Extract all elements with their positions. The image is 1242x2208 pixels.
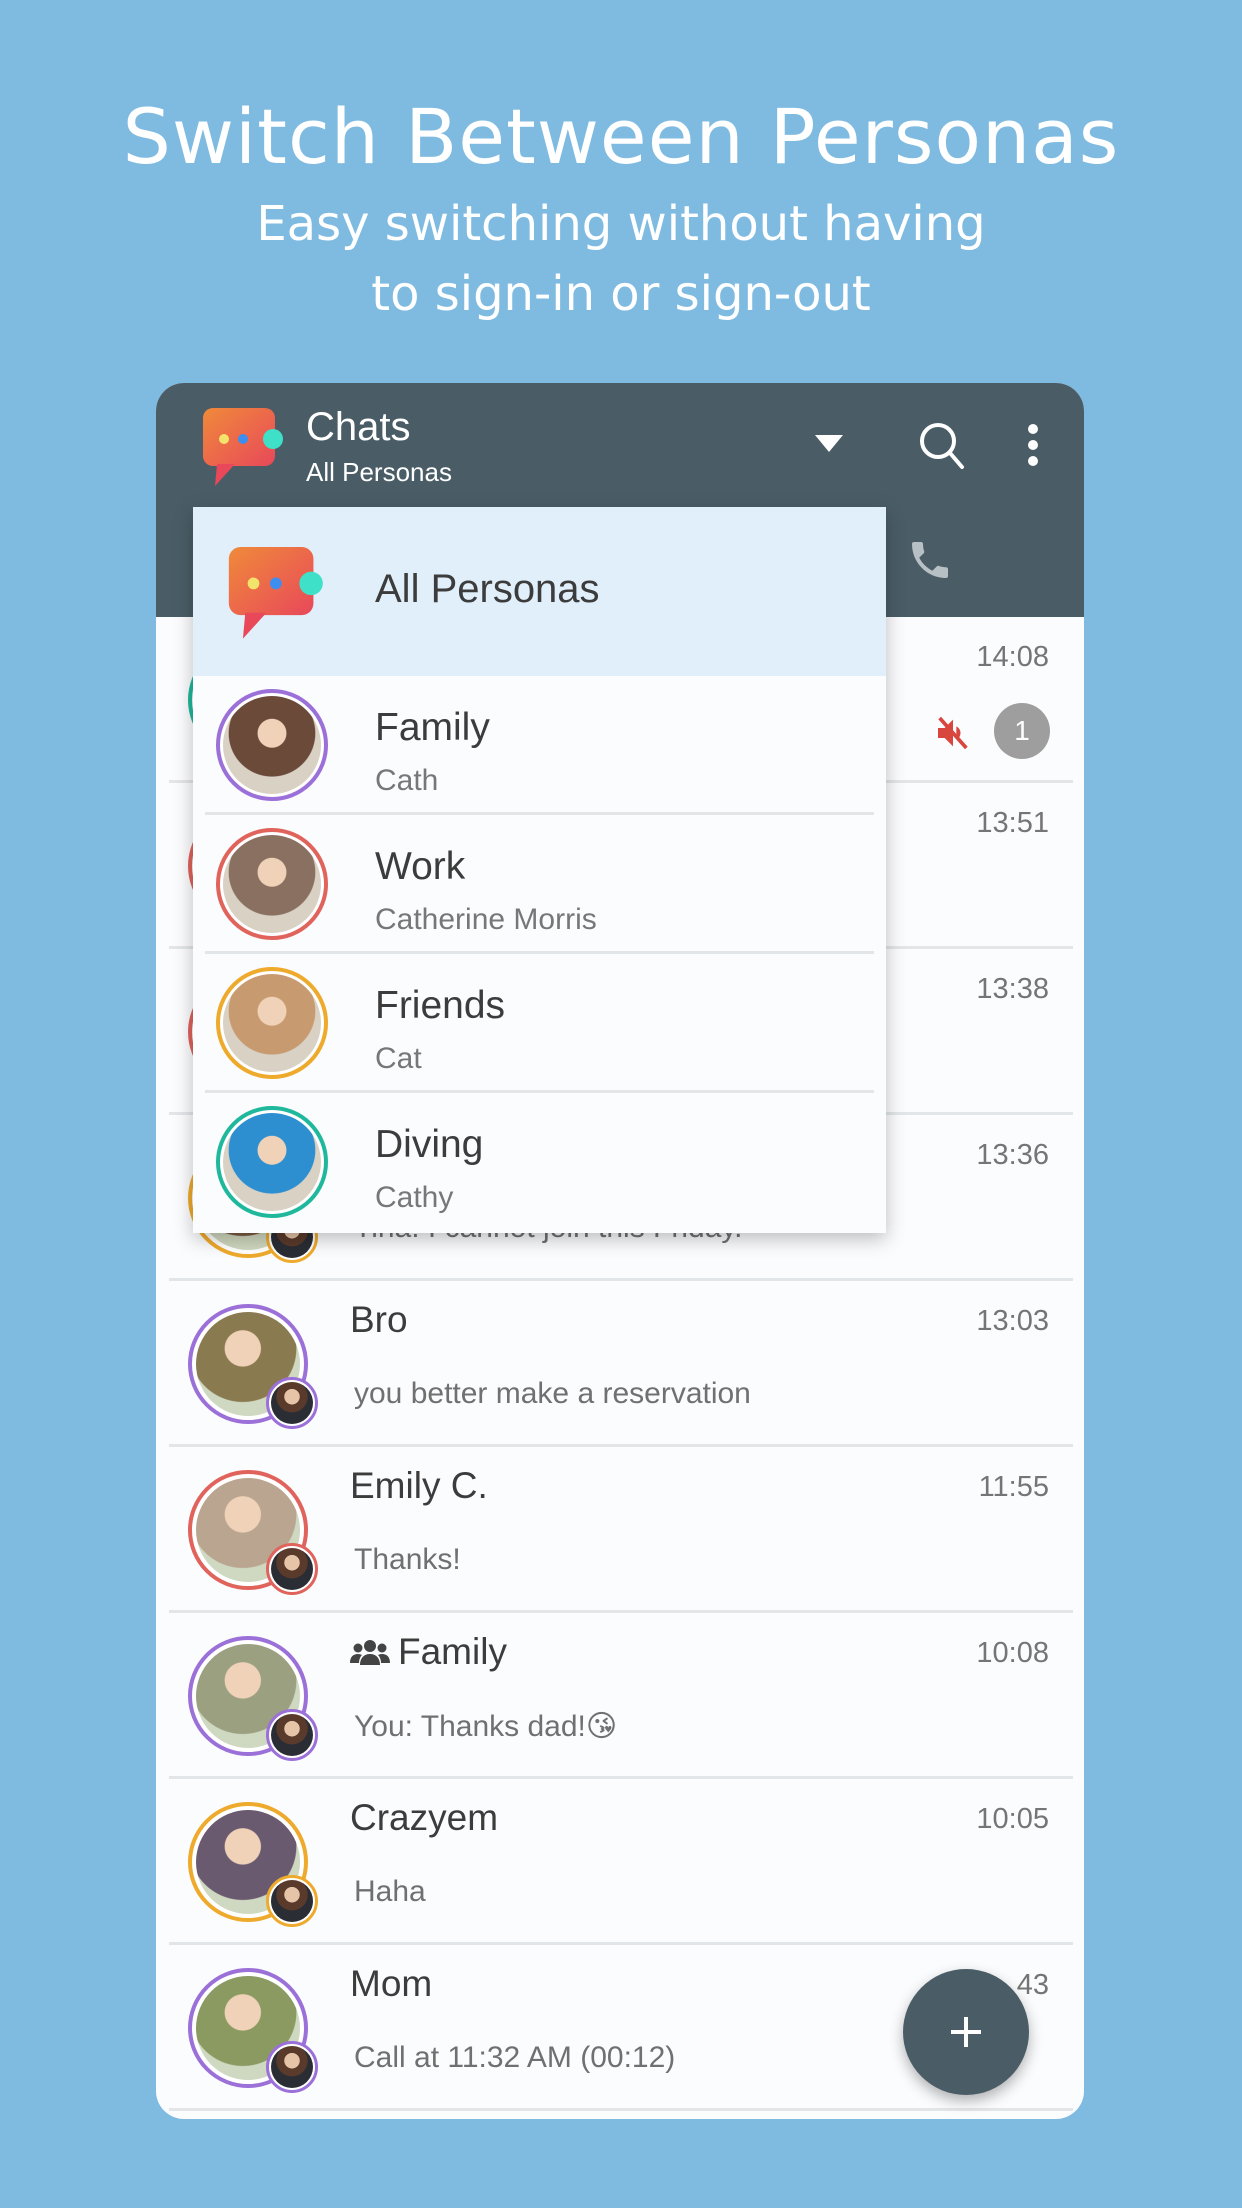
chat-row[interactable]: Emily C. Thanks! 11:55 [156,1447,1084,1613]
persona-avatar [216,1106,328,1218]
contact-avatar [188,1968,318,2093]
contact-avatar [188,1470,318,1595]
persona-avatar [216,689,328,801]
persona-photo [223,835,321,933]
persona-photo [223,974,321,1072]
persona-badge-avatar [266,1377,318,1429]
persona-subtitle[interactable]: All Personas [306,457,452,488]
persona-display-name: Catherine Morris [375,903,597,936]
chat-name: Emily C. [350,1465,488,1506]
chat-name: Crazyem [350,1797,499,1838]
search-icon[interactable] [918,421,966,471]
group-icon [350,1640,390,1665]
row-divider [169,2108,1073,2111]
chat-time: 13:38 [976,973,1049,1005]
contact-avatar [188,1802,318,1927]
chat-row[interactable]: Crazyem Haha 10:05 [156,1779,1084,1945]
contact-avatar [188,1304,318,1429]
persona-display-name: Cathy [375,1181,454,1214]
persona-option-friends[interactable]: Friends Cat [193,954,886,1093]
phone-screen: Chats All Personas 14:08113:5113:38Tina:… [156,383,1084,2119]
all-personas-logo-icon [228,547,323,639]
persona-photo [271,1548,313,1590]
persona-photo [223,1113,321,1211]
chat-name-text: Family [398,1631,507,1672]
muted-icon [933,713,973,758]
promo-title: Switch Between Personas [122,92,1120,181]
persona-photo [271,1382,313,1424]
persona-name: Diving [375,1123,484,1166]
unread-count-badge: 1 [994,703,1050,759]
plus-icon [951,2017,981,2047]
chat-row[interactable]: Bro you better make a reservation 13:03 [156,1281,1084,1447]
last-message: you better make a reservation [354,1377,751,1410]
last-message: Thanks! [354,1543,461,1576]
chat-time: 10:05 [976,1803,1049,1835]
persona-name: Family [375,706,490,749]
chat-time: 10:08 [976,1637,1049,1669]
dropdown-arrow-icon[interactable] [815,435,843,453]
promo-subtitle-line2: to sign-in or sign-out [371,266,871,322]
persona-avatar [216,828,328,940]
persona-option-diving[interactable]: Diving Cathy [193,1093,886,1232]
persona-photo [223,696,321,794]
persona-name: Work [375,845,466,888]
chat-time: 13:51 [976,807,1049,839]
contact-avatar [188,1636,318,1761]
persona-name: Friends [375,984,506,1027]
persona-display-name: Cat [375,1042,422,1075]
promo-subtitle-line1: Easy switching without having [256,196,986,252]
chat-time: 13:36 [976,1139,1049,1171]
persona-option-work[interactable]: Work Catherine Morris [193,815,886,954]
app-title: Chats [306,405,411,449]
chat-time: 14:08 [976,641,1049,673]
persona-dropdown: All Personas Family Cath Work Catherine Mor… [193,507,886,1233]
calls-tab-phone-icon[interactable] [906,535,954,585]
persona-badge-avatar [266,1543,318,1595]
chat-time: 13:03 [976,1305,1049,1337]
all-personas-label: All Personas [375,567,600,611]
persona-badge-avatar [266,1875,318,1927]
persona-badge-avatar [266,2041,318,2093]
last-message: Call at 11:32 AM (00:12) [354,2041,676,2074]
persona-badge-avatar [266,1709,318,1761]
chat-time: 11:55 [978,1471,1049,1503]
persona-photo [271,2046,313,2088]
app-logo-icon [203,408,283,486]
new-chat-fab[interactable] [903,1969,1029,2095]
chat-row[interactable]: Family You: Thanks dad!😘 10:08 [156,1613,1084,1779]
last-message: Haha [354,1875,426,1908]
chat-name: Family [350,1631,507,1673]
more-vert-icon[interactable] [1026,423,1040,467]
chat-name: Bro [350,1299,408,1340]
chat-name: Mom [350,1963,433,2004]
persona-display-name: Cath [375,764,439,797]
persona-option-family[interactable]: Family Cath [193,676,886,815]
persona-photo [271,1714,313,1756]
persona-photo [271,1880,313,1922]
persona-option-all[interactable]: All Personas [193,507,886,676]
persona-avatar [216,967,328,1079]
last-message: You: Thanks dad!😘 [354,1710,618,1743]
